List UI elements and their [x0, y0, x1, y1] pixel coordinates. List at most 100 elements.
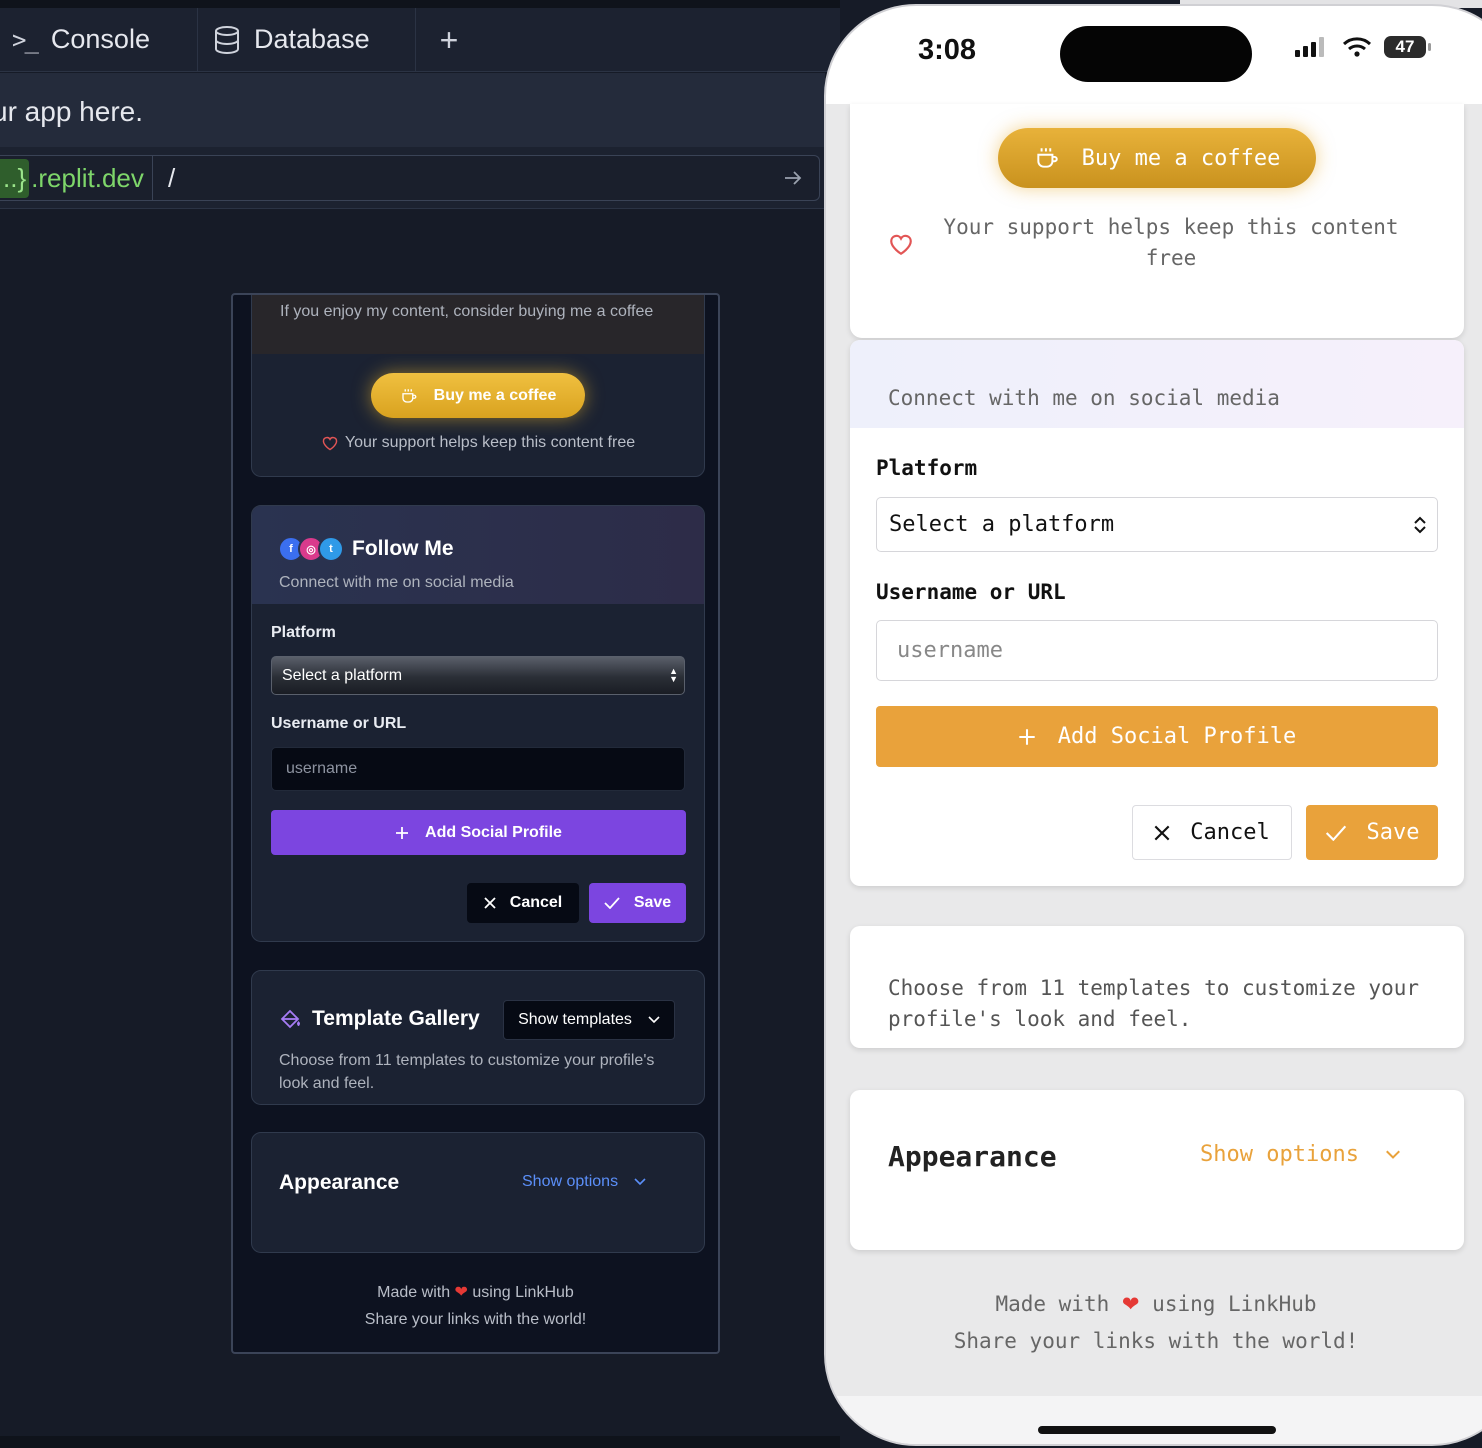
phone-coffee-card: Buy me a coffee Your support helps keep … [850, 104, 1464, 338]
tab-console[interactable]: >_ Console [0, 8, 198, 71]
phone-appearance-title: Appearance [888, 1140, 1057, 1173]
url-path-input[interactable]: / [168, 156, 175, 200]
webview-hint-text: ur app here. [0, 73, 825, 147]
buy-coffee-button[interactable]: Buy me a coffee [371, 373, 585, 418]
cancel-button[interactable]: Cancel [467, 883, 579, 923]
phone-show-options-button[interactable]: Show options [1200, 1142, 1401, 1167]
tabbar-top-strip [0, 0, 840, 8]
show-options-button[interactable]: Show options [522, 1173, 646, 1191]
template-gallery-card: Template Gallery Show templates Choose f… [251, 970, 705, 1105]
phone-add-social-profile-button[interactable]: Add Social Profile [876, 706, 1438, 767]
made-with-suffix: using LinkHub [472, 1284, 574, 1301]
support-text: Your support helps keep this content fre… [344, 434, 636, 451]
coffee-description: If you enjoy my content, consider buying… [280, 303, 654, 320]
url-bar[interactable]: ..} .replit.dev / [0, 155, 820, 201]
check-icon [604, 897, 620, 909]
heart-icon: ❤ [454, 1284, 468, 1301]
workspace-tabbar: >_ Console Database + [0, 0, 840, 72]
phone-follow-header: Connect with me on social media [850, 340, 1464, 428]
battery-icon: 47 [1384, 36, 1431, 58]
footer-tagline: Share your links with the world! [364, 1311, 587, 1328]
phone-save-button[interactable]: Save [1306, 805, 1438, 860]
close-icon [484, 897, 496, 909]
phone-footer-tagline: Share your links with the world! [953, 1329, 1359, 1353]
template-gallery-title: Template Gallery [312, 1007, 480, 1030]
phone-bottom-area [826, 1396, 1482, 1444]
appearance-card: Appearance Show options [251, 1132, 705, 1253]
home-indicator[interactable] [1038, 1426, 1276, 1434]
add-social-profile-button[interactable]: Add Social Profile [271, 810, 686, 855]
username-input[interactable]: username [271, 747, 685, 791]
arrow-right-icon[interactable] [781, 166, 805, 190]
phone-follow-subtitle: Connect with me on social media [888, 386, 1280, 410]
coffee-cup-icon [1037, 148, 1058, 168]
support-message: Your support helps keep this content fre… [252, 434, 704, 452]
phone-platform-select[interactable]: Select a platform [876, 497, 1438, 552]
save-label: Save [633, 894, 672, 911]
tab-console-label: Console [50, 24, 150, 54]
webview-preview: If you enjoy my content, consider buying… [231, 293, 720, 1354]
show-options-label: Show options [522, 1173, 619, 1190]
template-gallery-description: Choose from 11 templates to customize yo… [279, 1052, 655, 1092]
add-tab-button[interactable]: + [432, 20, 466, 60]
workspace-bottom-strip [0, 1436, 840, 1448]
phone-made-with-prefix: Made with [995, 1292, 1110, 1316]
heart-outline-icon [890, 234, 912, 256]
phone-support-text: Your support helps keep this content fre… [943, 215, 1399, 270]
phone-show-options-label: Show options [1200, 1142, 1359, 1167]
phone-username-label: Username or URL [876, 580, 1066, 604]
add-social-profile-label: Add Social Profile [425, 823, 562, 841]
twitter-icon: t [318, 536, 344, 562]
platform-select[interactable]: Select a platform ▲ ▼ [271, 656, 685, 695]
phone-template-card: Choose from 11 templates to customize yo… [850, 926, 1464, 1048]
phone-username-input[interactable]: username [876, 620, 1438, 681]
phone-cancel-label: Cancel [1190, 820, 1270, 845]
chevron-down-icon [1385, 1150, 1400, 1159]
buy-coffee-label: Buy me a coffee [433, 386, 557, 404]
status-time: 3:08 [918, 34, 977, 66]
heart-outline-icon [322, 436, 338, 451]
plus-icon [396, 826, 409, 839]
phone-cancel-button[interactable]: Cancel [1132, 805, 1292, 860]
url-domain-suffix: .replit.dev [31, 162, 144, 193]
save-button[interactable]: Save [589, 883, 686, 923]
phone-frame: 3:08 47 Buy me a coffee Your support hel… [824, 4, 1482, 1446]
database-icon [214, 25, 240, 55]
made-with-prefix: Made with [377, 1284, 451, 1301]
url-domain-prefix[interactable]: ..} [0, 158, 30, 198]
coffee-cup-icon [401, 388, 416, 403]
follow-me-card: f ◎ t Follow Me Connect with me on socia… [251, 505, 705, 942]
phone-footer: Made with ❤ using LinkHub Share your lin… [826, 1286, 1482, 1360]
show-templates-label: Show templates [518, 1011, 632, 1028]
phone-platform-label: Platform [876, 456, 978, 480]
phone-buy-coffee-button[interactable]: Buy me a coffee [998, 128, 1316, 188]
phone-add-social-profile-label: Add Social Profile [1057, 724, 1297, 749]
show-templates-button[interactable]: Show templates [503, 1000, 675, 1040]
made-with-line: Made with ❤ using LinkHub [233, 1279, 718, 1306]
heart-icon: ❤ [1121, 1292, 1140, 1316]
chevron-down-icon [648, 1016, 660, 1024]
webview-address-area: ..} .replit.dev / [0, 147, 825, 209]
coffee-description-band: If you enjoy my content, consider buying… [252, 295, 704, 354]
phone-made-with-line: Made with ❤ using LinkHub [826, 1286, 1482, 1323]
phone-save-label: Save [1366, 820, 1420, 845]
phone-platform-value: Select a platform [889, 512, 1115, 537]
tab-database[interactable]: Database [198, 8, 416, 71]
page-footer: Made with ❤ using LinkHub Share your lin… [233, 1279, 718, 1333]
follow-me-header: f ◎ t Follow Me Connect with me on socia… [252, 506, 704, 604]
appearance-title: Appearance [279, 1171, 400, 1194]
battery-level: 47 [1395, 37, 1415, 56]
url-domain: ..} .replit.dev [0, 156, 144, 200]
select-arrows-icon: ▲ ▼ [669, 666, 678, 684]
chevron-down-icon [634, 1178, 646, 1186]
cancel-label: Cancel [509, 894, 563, 911]
phone-appearance-card: Appearance Show options [850, 1090, 1464, 1250]
dynamic-island [1060, 26, 1252, 82]
platform-label: Platform [271, 624, 336, 641]
coffee-card: If you enjoy my content, consider buying… [251, 295, 705, 477]
follow-me-subtitle: Connect with me on social media [279, 574, 514, 591]
phone-screen: Buy me a coffee Your support helps keep … [826, 104, 1482, 1396]
phone-made-with-suffix: using LinkHub [1152, 1292, 1317, 1316]
phone-template-description: Choose from 11 templates to customize yo… [888, 976, 1420, 1031]
tab-database-label: Database [254, 24, 370, 54]
